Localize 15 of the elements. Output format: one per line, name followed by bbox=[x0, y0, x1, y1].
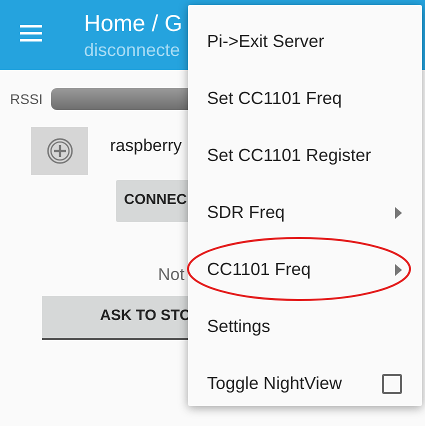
add-circle-icon bbox=[46, 138, 72, 164]
submenu-arrow-icon bbox=[395, 264, 402, 276]
device-tile[interactable] bbox=[31, 127, 88, 175]
menu-icon[interactable] bbox=[20, 24, 42, 42]
connection-subtitle: disconnecte bbox=[84, 39, 180, 62]
app-title: Home / G bbox=[84, 9, 182, 38]
menu-item[interactable]: Toggle NightView bbox=[188, 355, 422, 412]
menu-item[interactable]: Set CC1101 Freq bbox=[188, 70, 422, 127]
checkbox[interactable] bbox=[382, 374, 402, 394]
submenu-arrow-icon bbox=[395, 206, 402, 218]
menu-item[interactable]: Pi->Exit Server bbox=[188, 13, 422, 70]
rssi-label: RSSI bbox=[10, 90, 43, 108]
status-text: Not bbox=[158, 264, 184, 286]
menu-item[interactable]: CC1101 Freq bbox=[188, 241, 422, 298]
device-name: raspberry bbox=[110, 135, 182, 157]
